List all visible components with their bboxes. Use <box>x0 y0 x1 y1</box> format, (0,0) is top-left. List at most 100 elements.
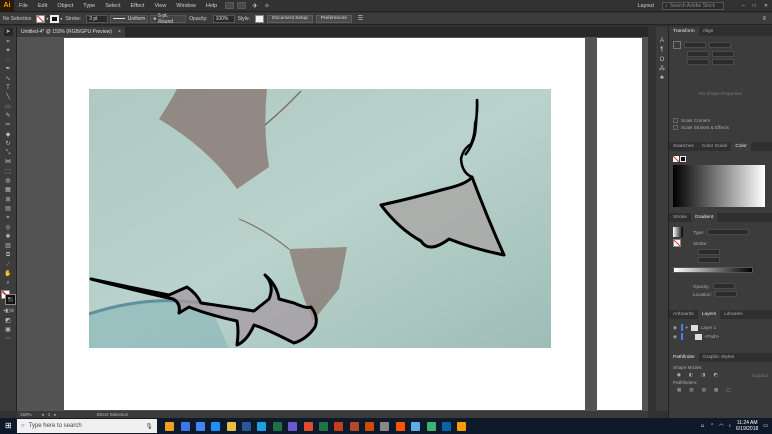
height-field[interactable] <box>712 51 734 57</box>
clock[interactable]: 11:24 AM 6/19/2018 <box>736 420 758 432</box>
prev-artboard-icon[interactable]: ◂ <box>42 412 44 418</box>
tab-gradient[interactable]: Gradient <box>690 213 718 222</box>
gpu-icon[interactable]: ✈ <box>252 2 258 10</box>
merge-icon[interactable]: ▨ <box>702 387 706 393</box>
taskbar-app-icon[interactable] <box>257 421 267 431</box>
selection-tool-icon[interactable]: ➤ <box>3 28 13 37</box>
fill-stroke-widget[interactable] <box>1 290 16 306</box>
scale-tool-icon[interactable]: ⤡ <box>4 149 13 157</box>
stroke-weight-field[interactable]: 3 pt <box>86 14 109 23</box>
menu-select[interactable]: Select <box>100 3 125 9</box>
taskbar-app-icon[interactable] <box>349 421 359 431</box>
graph-tool-icon[interactable]: ▥ <box>4 242 13 250</box>
tab-color[interactable]: Color <box>731 142 751 151</box>
sync-icon[interactable]: ✧ <box>264 2 270 10</box>
perspective-grid-tool-icon[interactable]: ▦ <box>4 186 13 194</box>
workspace-switcher[interactable]: Layout <box>637 3 654 9</box>
taskbar-app-icon[interactable] <box>211 421 221 431</box>
shape-builder-tool-icon[interactable]: ◍ <box>4 177 13 185</box>
tab-stroke[interactable]: Stroke <box>669 213 691 222</box>
color-stroke-icon[interactable] <box>680 156 686 162</box>
menu-view[interactable]: View <box>149 3 171 9</box>
eyedropper-tool-icon[interactable]: ⌖ <box>4 214 13 222</box>
taskbar-app-icon[interactable] <box>334 421 344 431</box>
people-icon[interactable]: ☺ <box>700 423 705 429</box>
zoom-tool-icon[interactable]: ⌕ <box>4 279 13 287</box>
document-setup-button[interactable]: Document Setup <box>267 14 313 23</box>
slice-tool-icon[interactable]: ⟋ <box>4 261 13 269</box>
arrange-icon[interactable]: ☰ <box>358 15 363 22</box>
menu-effect[interactable]: Effect <box>126 3 150 9</box>
pen-tool-icon[interactable]: ✒ <box>4 65 13 73</box>
taskbar-app-icon[interactable] <box>395 421 405 431</box>
zoom-level[interactable]: 150% <box>20 412 32 417</box>
artboard-number[interactable]: 1 <box>48 412 51 417</box>
scale-strokes-checkbox[interactable] <box>673 125 678 130</box>
opentype-panel-icon[interactable]: O <box>658 56 667 64</box>
gradient-location-field[interactable] <box>714 291 737 297</box>
artboard-tool-icon[interactable]: ⧉ <box>4 251 13 259</box>
taskbar-search-input[interactable]: ○ Type here to search 🎙 <box>17 419 157 433</box>
expand-arrow-icon[interactable]: ▾ <box>686 325 688 331</box>
paragraph-panel-icon[interactable]: ¶ <box>658 46 667 54</box>
x-field[interactable] <box>684 42 706 48</box>
exclude-icon[interactable]: ◩ <box>714 372 718 378</box>
taskbar-app-icon[interactable] <box>195 421 205 431</box>
rotate-field[interactable] <box>687 59 709 65</box>
symbol-sprayer-tool-icon[interactable]: ✺ <box>4 233 13 241</box>
line-tool-icon[interactable]: ╲ <box>4 93 13 101</box>
draw-mode-icon[interactable]: ◩ <box>4 317 13 325</box>
brush-definition-select[interactable]: ● 5 pt. Round <box>150 13 187 25</box>
symbols-panel-icon[interactable]: ♣ <box>658 74 667 82</box>
taskbar-app-icon[interactable] <box>303 421 313 431</box>
network-icon[interactable]: ◠ <box>719 423 723 429</box>
hand-tool-icon[interactable]: ✋ <box>4 270 13 278</box>
opacity-field[interactable]: 100% <box>212 14 235 23</box>
tab-swatches[interactable]: Swatches <box>669 142 698 151</box>
width-tool-icon[interactable]: ⋈ <box>4 158 13 166</box>
crop-icon[interactable]: ▩ <box>714 387 718 393</box>
menu-type[interactable]: Type <box>78 3 100 9</box>
chevron-up-icon[interactable]: ⌃ <box>710 423 714 429</box>
gradient-none-icon[interactable] <box>673 239 681 247</box>
panel-menu-icon[interactable]: ≡ <box>762 16 766 22</box>
tab-color-guide[interactable]: Color Guide <box>698 142 732 151</box>
eraser-tool-icon[interactable]: ◆ <box>4 131 13 139</box>
document-tab[interactable]: Untitled-4* @ 150% (RGB/GPU Preview) × <box>17 27 125 37</box>
screen-mode-icon[interactable]: ▣ <box>4 326 13 334</box>
rotate-tool-icon[interactable]: ↻ <box>4 140 13 148</box>
taskbar-app-icon[interactable] <box>165 421 175 431</box>
stroke-dropdown-icon[interactable]: ▾ <box>60 16 62 21</box>
stroke-profile-select[interactable]: Uniform <box>110 14 149 23</box>
taskbar-app-icon[interactable] <box>457 421 467 431</box>
free-transform-tool-icon[interactable]: ⬚ <box>4 168 13 176</box>
tab-layers[interactable]: Layers <box>697 310 721 319</box>
close-tab-icon[interactable]: × <box>118 29 121 35</box>
taskbar-app-icon[interactable] <box>226 421 236 431</box>
shear-field[interactable] <box>712 59 734 65</box>
gradient-slider[interactable] <box>673 267 753 273</box>
width-field[interactable] <box>709 42 731 48</box>
expand-button[interactable]: Expand <box>752 373 768 378</box>
placed-image-with-traces[interactable] <box>89 89 551 348</box>
curvature-tool-icon[interactable]: ∿ <box>4 75 13 83</box>
intersect-icon[interactable]: ◨ <box>701 372 705 378</box>
tab-transform[interactable]: Transform <box>669 27 699 36</box>
menu-help[interactable]: Help <box>201 3 222 9</box>
blend-tool-icon[interactable]: ◎ <box>4 224 13 232</box>
taskbar-app-icon[interactable] <box>318 421 328 431</box>
tab-artboards[interactable]: Artboards <box>669 310 698 319</box>
mesh-tool-icon[interactable]: ⊞ <box>4 196 13 204</box>
minus-front-icon[interactable]: ◧ <box>689 372 693 378</box>
divide-icon[interactable]: ▦ <box>677 387 681 393</box>
volume-icon[interactable]: ♪ <box>729 423 732 429</box>
tab-pathfinder[interactable]: Pathfinder <box>669 353 699 362</box>
type-tool-icon[interactable]: T <box>4 84 13 92</box>
taskbar-app-icon[interactable] <box>380 421 390 431</box>
unite-icon[interactable]: ◼ <box>677 372 681 378</box>
stock-search-input[interactable]: ⌕ Search Adobe Stock <box>661 1 724 10</box>
paintbrush-tool-icon[interactable]: ✎ <box>4 112 13 120</box>
scale-corners-checkbox[interactable] <box>673 118 678 123</box>
rectangle-tool-icon[interactable]: ▭ <box>4 103 13 111</box>
tab-libraries[interactable]: Libraries <box>720 310 746 319</box>
